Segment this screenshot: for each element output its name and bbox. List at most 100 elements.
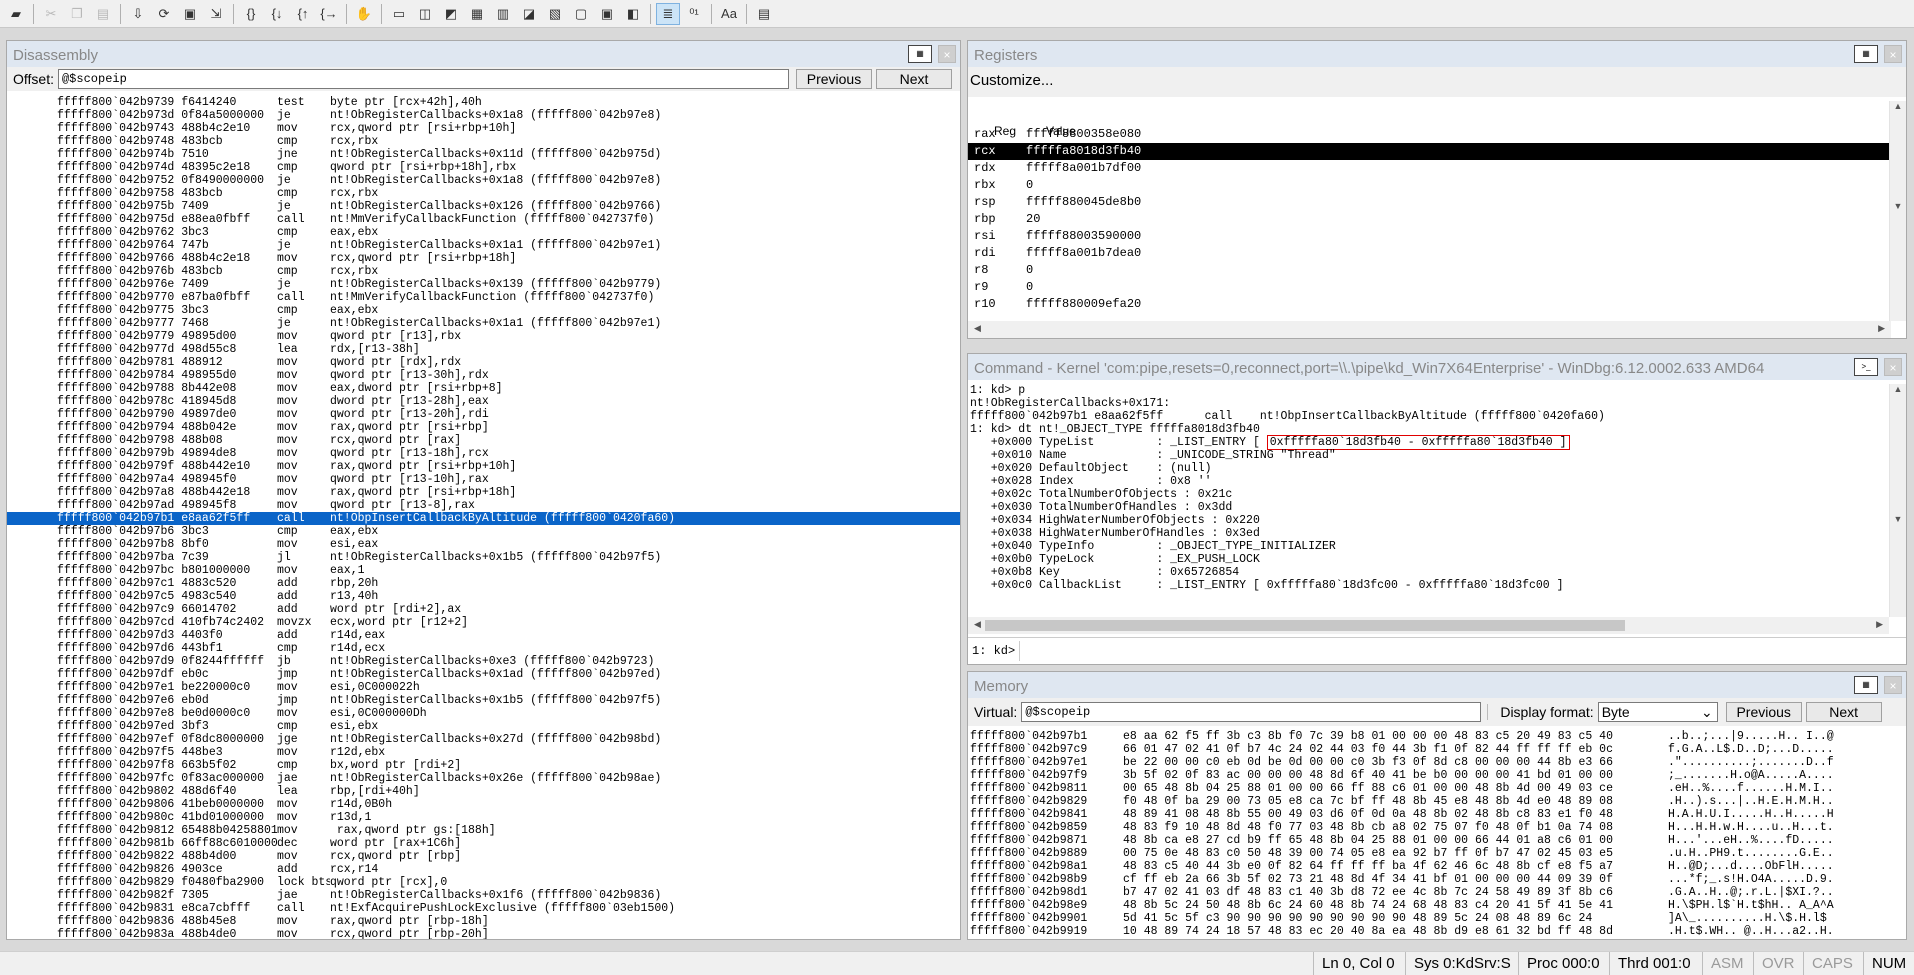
- memory-next-button[interactable]: Next: [1805, 702, 1882, 722]
- disassembly-line[interactable]: fffff800`042b97a4 498945f0 mov qword ptr […: [7, 473, 960, 486]
- disassembly-line[interactable]: fffff800`042b975d e88ea0fbff call nt!MmVer…: [7, 213, 960, 226]
- window-menu-icon[interactable]: ▦: [1854, 676, 1878, 694]
- font-icon[interactable]: Aa: [717, 3, 741, 25]
- disassembly-line[interactable]: fffff800`042b9758 483bcb cmp rcx,rbx: [7, 187, 960, 200]
- command-window-icon[interactable]: >_: [1854, 358, 1878, 376]
- command-input[interactable]: [1019, 640, 1904, 661]
- disassembly-line[interactable]: fffff800`042b97a8 488b442e18 mov rax,qword…: [7, 486, 960, 499]
- disassembly-line[interactable]: fffff800`042b983a 488b4de0 mov rcx,qword p…: [7, 928, 960, 939]
- register-row[interactable]: r8 0: [968, 262, 1889, 279]
- disassembly-line[interactable]: fffff800`042b9798 488b08 mov rcx,qword ptr…: [7, 434, 960, 447]
- disassembly-line[interactable]: fffff800`042b9766 488b4c2e18 mov rcx,qword…: [7, 252, 960, 265]
- display-format-select[interactable]: Byte ⌄: [1597, 702, 1718, 722]
- disassembly-line[interactable]: fffff800`042b97bc b801000000 mov eax,1: [7, 564, 960, 577]
- memory-dump[interactable]: fffff800`042b97b1 e8 aa 62 f5 ff 3b c3 8b…: [968, 728, 1906, 939]
- disassembly-line[interactable]: fffff800`042b97b1 e8aa62f5ff call nt!ObpIn…: [7, 512, 960, 525]
- call-stack-icon[interactable]: ◪: [517, 3, 541, 25]
- step-into-icon[interactable]: {}: [239, 3, 263, 25]
- disassembly-line[interactable]: fffff800`042b9743 488b4c2e10 mov rcx,qword…: [7, 122, 960, 135]
- disassembly-line[interactable]: fffff800`042b97cd 410fb74c2402 movzx ecx,w…: [7, 616, 960, 629]
- registers-vscroll[interactable]: ▲ ▼: [1889, 101, 1906, 321]
- command-icon[interactable]: ▭: [387, 3, 411, 25]
- disassembly-line[interactable]: fffff800`042b97e6 eb0d jmp nt!ObRegisterCa…: [7, 694, 960, 707]
- cut-icon[interactable]: ✂: [39, 3, 63, 25]
- copy-icon[interactable]: ❐: [65, 3, 89, 25]
- hex-mode-icon[interactable]: ⁰¹: [682, 3, 706, 25]
- disassembly-line[interactable]: fffff800`042b97d9 0f8244ffffff jb nt!ObReg…: [7, 655, 960, 668]
- register-row[interactable]: rdx fffff8a001b7df00: [968, 160, 1889, 177]
- disassembly-line[interactable]: fffff800`042b9779 49895d00 mov qword ptr […: [7, 330, 960, 343]
- disassembly-line[interactable]: fffff800`042b9764 747b je nt!ObRegisterCal…: [7, 239, 960, 252]
- disassembly-line[interactable]: fffff800`042b9762 3bc3 cmp eax,ebx: [7, 226, 960, 239]
- disassembly-line[interactable]: fffff800`042b97ad 498945f8 mov qword ptr […: [7, 499, 960, 512]
- disassembly-line[interactable]: fffff800`042b97d6 443bf1 cmp r14d,ecx: [7, 642, 960, 655]
- disassembly-line[interactable]: fffff800`042b975b 7409 je nt!ObRegisterCal…: [7, 200, 960, 213]
- break-icon[interactable]: ⇲: [204, 3, 228, 25]
- disassembly-line[interactable]: fffff800`042b9836 488b45e8 mov rax,qword p…: [7, 915, 960, 928]
- close-icon[interactable]: ×: [1884, 358, 1902, 376]
- step-over-icon[interactable]: {↓: [265, 3, 289, 25]
- previous-button[interactable]: Previous: [795, 69, 872, 89]
- disassembly-line[interactable]: fffff800`042b9790 49897de0 mov qword ptr […: [7, 408, 960, 421]
- hand-icon[interactable]: ✋: [352, 3, 376, 25]
- register-row[interactable]: rbp 20: [968, 211, 1889, 228]
- disassembly-line[interactable]: fffff800`042b974b 7510 jne nt!ObRegisterCa…: [7, 148, 960, 161]
- register-row[interactable]: r10 fffff880009efa20: [968, 296, 1889, 313]
- disassembly-line[interactable]: fffff800`042b9784 498955d0 mov qword ptr […: [7, 369, 960, 382]
- window-icon[interactable]: ◧: [621, 3, 645, 25]
- virtual-address-input[interactable]: @$scopeip: [1021, 702, 1482, 722]
- memory-previous-button[interactable]: Previous: [1725, 702, 1802, 722]
- disassembly-line[interactable]: fffff800`042b978c 418945d8 mov dword ptr […: [7, 395, 960, 408]
- disassembly-line[interactable]: fffff800`042b979b 49894de8 mov qword ptr […: [7, 447, 960, 460]
- disassembly-icon[interactable]: ▧: [543, 3, 567, 25]
- window-menu-icon[interactable]: ▦: [1854, 45, 1878, 63]
- disassembly-line[interactable]: fffff800`042b97ba 7c39 jl nt!ObRegisterCal…: [7, 551, 960, 564]
- close-icon[interactable]: ×: [1884, 676, 1902, 694]
- step-out-icon[interactable]: {↑: [291, 3, 315, 25]
- memory-icon[interactable]: ▥: [491, 3, 515, 25]
- disassembly-line[interactable]: fffff800`042b9826 4903ce add rcx,r14: [7, 863, 960, 876]
- open-icon[interactable]: ▰: [4, 3, 28, 25]
- register-row[interactable]: rdi fffff8a001b7dea0: [968, 245, 1889, 262]
- disassembly-line[interactable]: fffff800`042b982f 7305 jae nt!ObRegisterCa…: [7, 889, 960, 902]
- register-row[interactable]: r9 0: [968, 279, 1889, 296]
- registers-icon[interactable]: ▦: [465, 3, 489, 25]
- disassembly-line[interactable]: fffff800`042b9812 65488b042588010000mov …: [7, 824, 960, 837]
- watch-icon[interactable]: ◫: [413, 3, 437, 25]
- disassembly-line[interactable]: fffff800`042b9802 488d6f40 lea rbp,[rdi+40…: [7, 785, 960, 798]
- register-row[interactable]: rsp fffff880045de8b0: [968, 194, 1889, 211]
- paste-icon[interactable]: ▤: [91, 3, 115, 25]
- disassembly-line[interactable]: fffff800`042b9794 488b042e mov rax,qword p…: [7, 421, 960, 434]
- source-mode-toggle-icon[interactable]: ≣: [656, 2, 680, 25]
- register-row[interactable]: rcx fffffa8018d3fb40: [968, 143, 1889, 160]
- disassembly-line[interactable]: fffff800`042b97c9 66014702 add word ptr [r…: [7, 603, 960, 616]
- next-button[interactable]: Next: [875, 69, 952, 89]
- disassembly-line[interactable]: fffff800`042b976b 483bcb cmp rcx,rbx: [7, 265, 960, 278]
- register-row[interactable]: rbx 0: [968, 177, 1889, 194]
- command-vscroll[interactable]: ▲ ▼: [1889, 384, 1906, 617]
- disassembly-line[interactable]: fffff800`042b9752 0f8490000000 je nt!ObReg…: [7, 174, 960, 187]
- disassembly-line[interactable]: fffff800`042b97d3 4403f0 add r14d,eax: [7, 629, 960, 642]
- disassembly-line[interactable]: fffff800`042b97b6 3bc3 cmp eax,ebx: [7, 525, 960, 538]
- disassembly-line[interactable]: fffff800`042b9829 f0480fba2900 lock btsqw…: [7, 876, 960, 889]
- disassembly-line[interactable]: fffff800`042b97f8 663b5f02 cmp bx,word ptr…: [7, 759, 960, 772]
- disassembly-line[interactable]: fffff800`042b97ef 0f8dc8000000 jge nt!ObRe…: [7, 733, 960, 746]
- disassembly-line[interactable]: fffff800`042b976e 7409 je nt!ObRegisterCal…: [7, 278, 960, 291]
- disassembly-line[interactable]: fffff800`042b974d 48395c2e18 cmp qword ptr…: [7, 161, 960, 174]
- disassembly-line[interactable]: fffff800`042b977d 498d55c8 lea rdx,[r13-38…: [7, 343, 960, 356]
- disassembly-line[interactable]: fffff800`042b9788 8b442e08 mov eax,dword p…: [7, 382, 960, 395]
- disassembly-line[interactable]: fffff800`042b9770 e87ba0fbff call nt!MmVer…: [7, 291, 960, 304]
- scratch-pad-icon[interactable]: ▢: [569, 3, 593, 25]
- restart-icon[interactable]: ⟳: [152, 3, 176, 25]
- disassembly-line[interactable]: fffff800`042b97b8 8bf0 mov esi,eax: [7, 538, 960, 551]
- disassembly-list[interactable]: fffff800`042b9739 f6414240 test byte ptr […: [7, 93, 960, 939]
- go-icon[interactable]: ⇩: [126, 3, 150, 25]
- disassembly-line[interactable]: fffff800`042b97fc 0f83ac000000 jae nt!ObRe…: [7, 772, 960, 785]
- close-icon[interactable]: ×: [938, 45, 956, 63]
- run-to-cursor-icon[interactable]: {→: [317, 3, 341, 25]
- disassembly-line[interactable]: fffff800`042b97ed 3bf3 cmp esi,ebx: [7, 720, 960, 733]
- disassembly-line[interactable]: fffff800`042b97df eb0c jmp nt!ObRegisterCa…: [7, 668, 960, 681]
- disassembly-line[interactable]: fffff800`042b97e8 be0d0000c0 mov esi,0C000…: [7, 707, 960, 720]
- disassembly-line[interactable]: fffff800`042b9739 f6414240 test byte ptr […: [7, 96, 960, 109]
- register-row[interactable]: rsi fffff88003590000: [968, 228, 1889, 245]
